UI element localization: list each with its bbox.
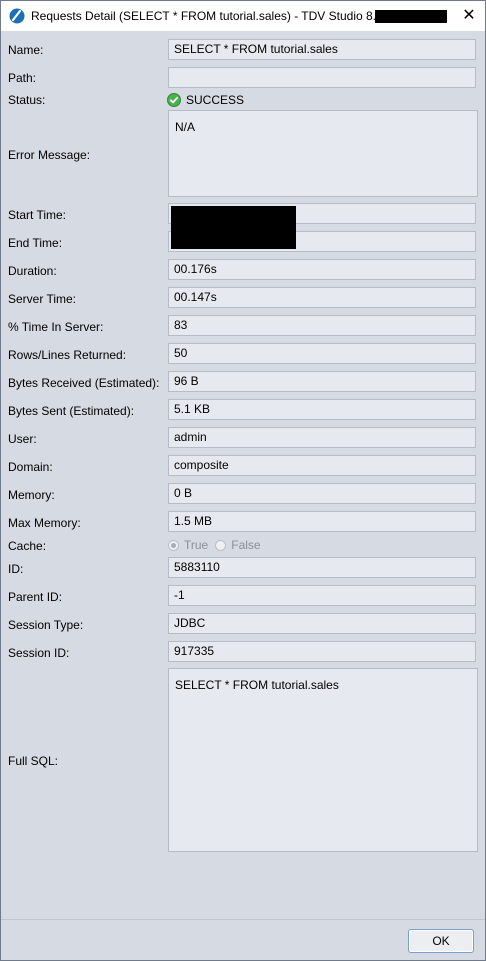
path-field[interactable]	[168, 67, 476, 88]
server-time-label: Server Time:	[8, 292, 77, 306]
domain-label: Domain:	[8, 460, 53, 474]
session-type-label: Session Type:	[8, 618, 84, 632]
parent-id-field[interactable]: -1	[168, 585, 476, 606]
session-id-label: Session ID:	[8, 646, 70, 660]
start-time-label: Start Time:	[8, 208, 67, 222]
title-bar: Requests Detail (SELECT * FROM tutorial.…	[1, 1, 485, 31]
id-label: ID:	[8, 562, 24, 576]
rows-returned-field[interactable]: 50	[168, 343, 476, 364]
cache-true-label: True	[184, 538, 209, 552]
error-message-area[interactable]: N/A	[168, 110, 478, 197]
error-message-label: Error Message:	[8, 148, 91, 162]
session-type-field[interactable]: JDBC	[168, 613, 476, 634]
parent-id-label: Parent ID:	[8, 590, 63, 604]
status-indicator: SUCCESS	[167, 92, 244, 108]
window-title: Requests Detail (SELECT * FROM tutorial.…	[31, 9, 399, 23]
redacted-times	[171, 206, 296, 249]
bytes-sent-label: Bytes Sent (Estimated):	[8, 404, 135, 418]
cache-false-label: False	[231, 538, 261, 552]
bytes-received-label: Bytes Received (Estimated):	[8, 376, 160, 390]
duration-field[interactable]: 00.176s	[168, 259, 476, 280]
cache-false-radio[interactable]	[215, 539, 227, 551]
name-field[interactable]: SELECT * FROM tutorial.sales	[168, 39, 476, 60]
domain-field[interactable]: composite	[168, 455, 476, 476]
path-label: Path:	[8, 71, 37, 85]
requests-detail-window: Requests Detail (SELECT * FROM tutorial.…	[0, 0, 486, 961]
time-in-server-field[interactable]: 83	[168, 315, 476, 336]
name-label: Name:	[8, 43, 44, 57]
end-time-label: End Time:	[8, 236, 63, 250]
check-circle-icon	[167, 93, 181, 107]
memory-field[interactable]: 0 B	[168, 483, 476, 504]
max-memory-field[interactable]: 1.5 MB	[168, 511, 476, 532]
cache-true-radio[interactable]	[168, 539, 179, 551]
ok-button[interactable]: OK	[408, 929, 474, 953]
user-field[interactable]: admin	[168, 427, 476, 448]
user-label: User:	[8, 432, 37, 446]
time-in-server-label: % Time In Server:	[8, 320, 104, 334]
redacted-host	[375, 10, 447, 23]
status-label: Status:	[8, 93, 46, 107]
close-button[interactable]: ✕	[457, 5, 481, 27]
footer-divider	[1, 919, 485, 920]
bytes-received-field[interactable]: 96 B	[168, 371, 476, 392]
server-time-field[interactable]: 00.147s	[168, 287, 476, 308]
cache-radio-group: True False	[168, 538, 261, 552]
full-sql-area[interactable]: SELECT * FROM tutorial.sales	[168, 668, 478, 852]
tdv-studio-icon	[9, 8, 25, 24]
rows-returned-label: Rows/Lines Returned:	[8, 348, 127, 362]
max-memory-label: Max Memory:	[8, 516, 81, 530]
cache-label: Cache:	[8, 539, 47, 553]
session-id-field[interactable]: 917335	[168, 641, 476, 662]
full-sql-label: Full SQL:	[8, 754, 59, 768]
duration-label: Duration:	[8, 264, 57, 278]
bytes-sent-field[interactable]: 5.1 KB	[168, 399, 476, 420]
id-field[interactable]: 5883110	[168, 557, 476, 578]
memory-label: Memory:	[8, 488, 55, 502]
status-value: SUCCESS	[186, 93, 245, 107]
